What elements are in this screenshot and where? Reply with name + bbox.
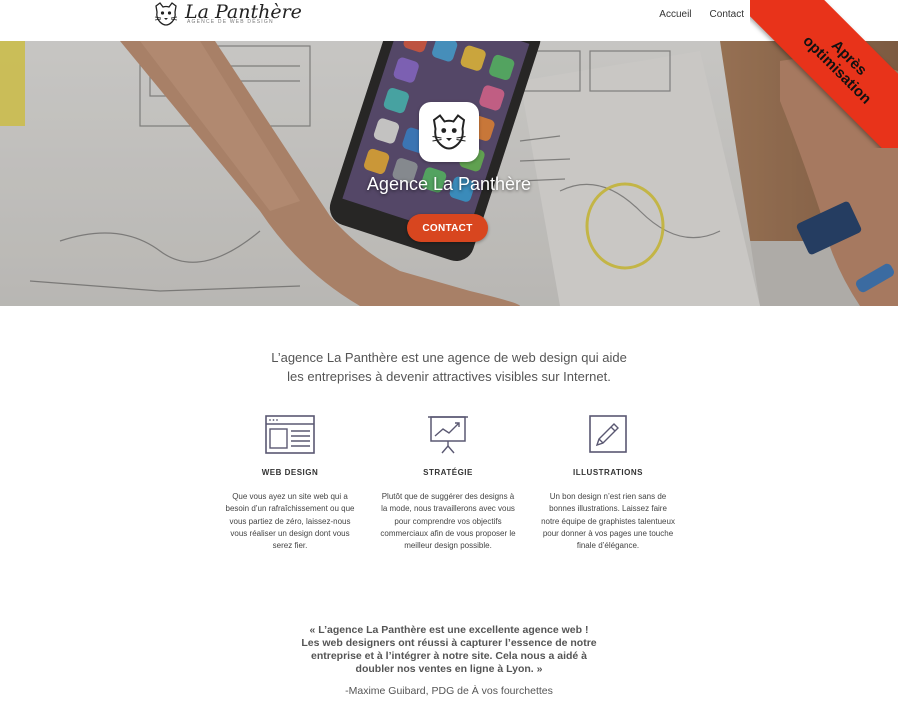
feature-web-design: WEB DESIGN Que vous ayez un site web qui…: [216, 414, 364, 552]
intro-line: L’agence La Panthère est une agence de w…: [271, 350, 627, 365]
feature-title: WEB DESIGN: [261, 468, 319, 477]
browser-window-icon: [265, 415, 315, 454]
feature-illustrations: ILLUSTRATIONS Un bon design n’est rien s…: [534, 414, 682, 552]
feature-description: Plutôt que de suggérer des designs à la …: [380, 492, 516, 551]
nav-link-accueil[interactable]: Accueil: [659, 9, 691, 20]
main-nav: Accueil Contact: [659, 9, 744, 20]
testimonial-quote: « L’agence La Panthère est une excellent…: [301, 624, 597, 675]
corner-ribbon: Après optimisation: [750, 0, 898, 148]
nav-link-contact[interactable]: Contact: [710, 9, 744, 20]
panther-head-icon: [432, 114, 466, 150]
panther-logo-icon: [154, 2, 178, 26]
testimonial-author: -Maxime Guibard, PDG de À vos fourchette…: [345, 685, 553, 697]
feature-strategie: STRATÉGIE Plutôt que de suggérer des des…: [374, 414, 522, 552]
pencil-square-icon: [589, 415, 627, 453]
intro-line: les entreprises à devenir attractives vi…: [287, 369, 611, 384]
feature-description: Que vous ayez un site web qui a besoin d…: [225, 492, 355, 551]
feature-description: Un bon design n’est rien sans de bonnes …: [541, 492, 675, 551]
intro-text: L’agence La Panthère est une agence de w…: [0, 348, 898, 386]
presentation-chart-icon: [428, 416, 468, 454]
hero-logo-badge: [419, 102, 479, 162]
feature-title: STRATÉGIE: [423, 468, 473, 477]
ribbon-label: Après optimisation: [799, 32, 875, 108]
logo-tagline: Agence de web design: [187, 19, 274, 25]
feature-title: ILLUSTRATIONS: [573, 468, 643, 477]
features-section: WEB DESIGN Que vous ayez un site web qui…: [0, 414, 898, 564]
site-logo[interactable]: La Panthère Agence de web design: [152, 1, 302, 27]
hero-title: Agence La Panthère: [366, 174, 532, 194]
contact-button[interactable]: CONTACT: [407, 214, 488, 242]
